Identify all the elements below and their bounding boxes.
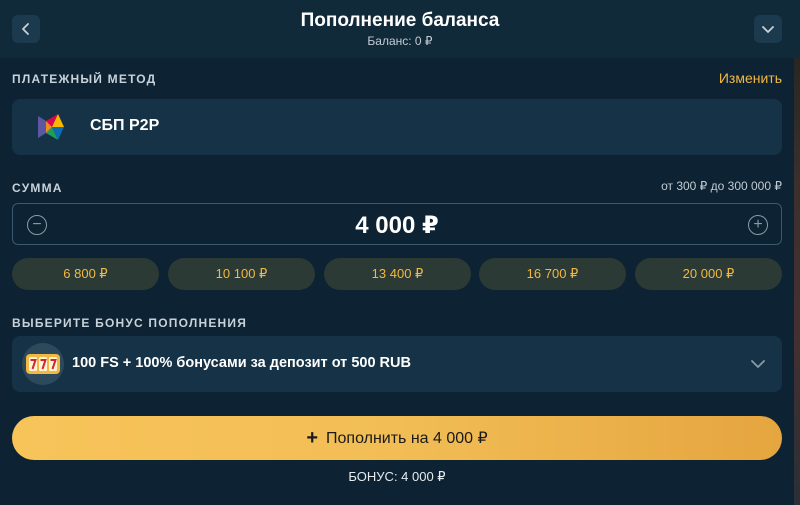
background-edge xyxy=(794,58,800,505)
increase-button[interactable]: + xyxy=(748,215,768,235)
quick-amount-button[interactable]: 20 000 ₽ xyxy=(635,258,782,290)
page-title: Пополнение баланса xyxy=(300,10,500,31)
quick-amount-button[interactable]: 13 400 ₽ xyxy=(324,258,471,290)
payment-method-name: СБП P2P xyxy=(90,117,160,134)
bonus-selected-text: 100 FS + 100% бонусами за депозит от 500… xyxy=(72,355,411,371)
quick-amount-button[interactable]: 10 100 ₽ xyxy=(168,258,315,290)
chevron-down-icon xyxy=(751,360,765,368)
slot-machine-777-icon xyxy=(22,343,64,385)
chevron-down-icon xyxy=(762,26,774,33)
sbp-logo-icon xyxy=(38,114,64,140)
bonus-total-text: БОНУС: 4 000 ₽ xyxy=(348,469,446,484)
quick-amount-button[interactable]: 6 800 ₽ xyxy=(12,258,159,290)
change-method-link[interactable]: Изменить xyxy=(719,70,782,86)
amount-range: от 300 ₽ до 300 000 ₽ xyxy=(661,179,782,193)
collapse-button[interactable] xyxy=(754,15,782,43)
amount-value[interactable]: 4 000 ₽ xyxy=(13,211,781,240)
payment-method-label: ПЛАТЕЖНЫЙ МЕТОД xyxy=(12,72,157,86)
quick-amount-button[interactable]: 16 700 ₽ xyxy=(479,258,626,290)
amount-stepper[interactable]: − 4 000 ₽ + xyxy=(12,203,782,245)
bonus-label: ВЫБЕРИТЕ БОНУС ПОПОЛНЕНИЯ xyxy=(12,316,248,330)
header: Пополнение баланса Баланс: 0 ₽ xyxy=(0,0,800,58)
amount-label: СУММА xyxy=(12,181,63,195)
plus-icon: + xyxy=(306,426,318,449)
bonus-select[interactable]: 100 FS + 100% бонусами за депозит от 500… xyxy=(12,336,782,392)
submit-deposit-button[interactable]: + Пополнить на 4 000 ₽ xyxy=(12,416,782,460)
balance-text: Баланс: 0 ₽ xyxy=(367,34,433,48)
submit-label: Пополнить на 4 000 ₽ xyxy=(326,430,488,447)
payment-method-card[interactable]: СБП P2P xyxy=(12,99,782,155)
